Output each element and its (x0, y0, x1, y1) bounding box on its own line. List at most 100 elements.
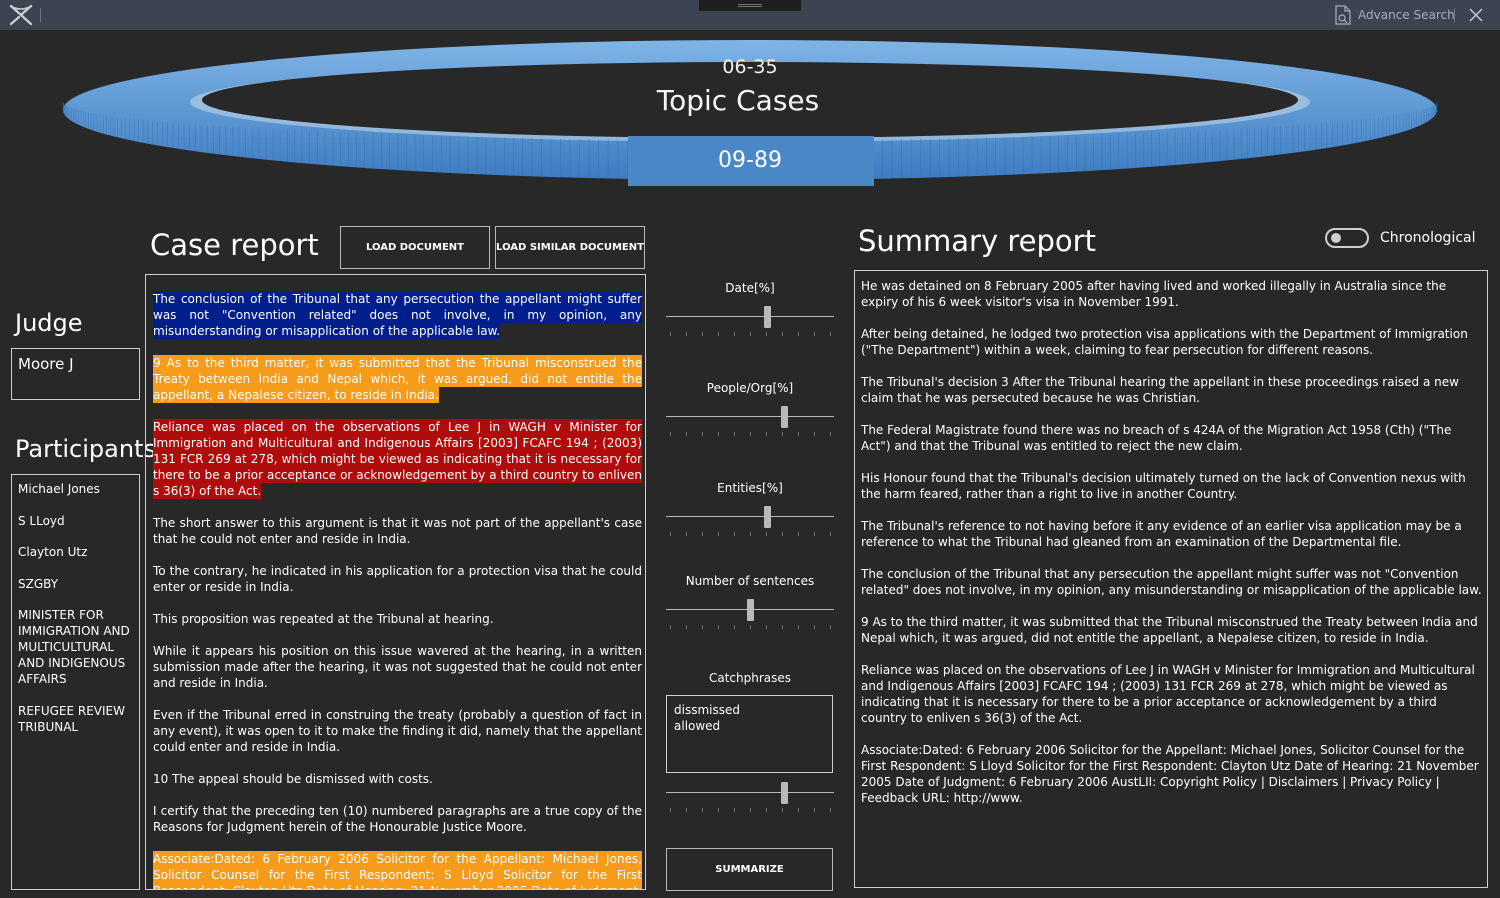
slider-tick (670, 808, 671, 812)
summary-paragraph: The Federal Magistrate found there was n… (861, 423, 1452, 453)
participants-heading: Participants (15, 435, 156, 463)
slider-tick (702, 625, 703, 629)
summary-report-text[interactable]: He was detained on 8 February 2005 after… (854, 270, 1488, 888)
slider-tick (718, 432, 719, 436)
highlighted-sentence: Associate:Dated: 6 February 2006 Solicit… (153, 851, 642, 889)
slider-tick (782, 625, 783, 629)
slider-tick (830, 432, 831, 436)
slider-tick (702, 332, 703, 336)
catchphrase-item[interactable]: allowed (674, 718, 825, 734)
case-paragraph: I certify that the preceding ten (10) nu… (153, 804, 642, 834)
slider-tick (798, 432, 799, 436)
title-separator-right (1454, 8, 1455, 22)
slider-ticks (666, 432, 834, 437)
slider-tick (718, 625, 719, 629)
participant-item: REFUGEE REVIEW TRIBUNAL (18, 703, 125, 734)
judge-field[interactable]: Moore J (11, 348, 140, 400)
chronological-toggle[interactable] (1325, 228, 1369, 248)
case-paragraph: The conclusion of the Tribunal that any … (153, 291, 642, 339)
slider-tick (830, 625, 831, 629)
highlighted-sentence: 9 As to the third matter, it was submitt… (153, 355, 642, 403)
case-paragraph: Associate:Dated: 6 February 2006 Solicit… (153, 851, 642, 889)
slider-tick (766, 808, 767, 812)
slider-tick (686, 532, 687, 536)
participant-item: MINISTER FOR IMMIGRATION AND MULTICULTUR… (18, 608, 130, 686)
slider-tick (750, 532, 751, 536)
case-paragraph: 10 The appeal should be dismissed with c… (153, 772, 433, 786)
load-similar-document-button[interactable]: LOAD SIMILAR DOCUMENT (495, 226, 645, 269)
slider-tick (718, 532, 719, 536)
load-document-button[interactable]: LOAD DOCUMENT (340, 226, 490, 269)
slider-tick (702, 532, 703, 536)
slider-tick (814, 625, 815, 629)
advance-search-button[interactable]: Advance Search (1334, 4, 1455, 26)
slider-tick (670, 332, 671, 336)
catchphrase-item[interactable]: dissmissed (674, 702, 825, 718)
slider-tick (750, 332, 751, 336)
slider-tick (702, 432, 703, 436)
judge-value: Moore J (18, 355, 74, 373)
slider-tick (830, 808, 831, 812)
summarize-button[interactable]: SUMMARIZE (666, 848, 833, 891)
slider-tick (750, 808, 751, 812)
slider-thumb[interactable] (763, 506, 771, 528)
participants-list[interactable]: Michael Jones S LLoyd Clayton Utz SZGBY … (11, 474, 140, 890)
slider-track (666, 316, 834, 317)
case-report-text[interactable]: The conclusion of the Tribunal that any … (145, 274, 646, 890)
summary-paragraph: Associate:Dated: 6 February 2006 Solicit… (861, 743, 1479, 805)
slider-tick (702, 808, 703, 812)
slider-tick (734, 332, 735, 336)
slider-track (666, 792, 834, 793)
highlighted-sentence: Reliance was placed on the observations … (153, 419, 642, 499)
slider-tick (782, 432, 783, 436)
participant-item: Michael Jones (18, 482, 100, 496)
participant-item: SZGBY (18, 576, 59, 591)
slider-tick (750, 432, 751, 436)
slider-thumb[interactable] (747, 599, 754, 621)
catchphrase-slider[interactable] (666, 782, 834, 812)
toggle-knob (1331, 233, 1341, 243)
slider-tick (798, 808, 799, 812)
summary-paragraph: After being detained, he lodged two prot… (861, 327, 1468, 357)
catchphrases-label: Catchphrases (708, 671, 792, 685)
summary-paragraph: The conclusion of the Tribunal that any … (861, 567, 1482, 597)
slider-tick (766, 432, 767, 436)
slider-tick (798, 332, 799, 336)
slider-ticks (666, 532, 834, 537)
slider-tick (814, 808, 815, 812)
date-slider[interactable] (666, 306, 834, 336)
slider-thumb[interactable] (780, 782, 788, 804)
summary-paragraph: The Tribunal's reference to not having b… (861, 519, 1462, 549)
case-paragraph: Reliance was placed on the observations … (153, 419, 642, 499)
slider-thumb[interactable] (780, 406, 788, 428)
slider-tick (686, 332, 687, 336)
slider-tick (830, 332, 831, 336)
slider-tick (670, 625, 671, 629)
slider-thumb[interactable] (763, 306, 771, 328)
entities-slider[interactable] (666, 506, 834, 536)
slider-track (666, 516, 834, 517)
judge-heading: Judge (15, 309, 83, 337)
highlighted-sentence: The conclusion of the Tribunal that any … (153, 291, 642, 339)
sentences-slider[interactable] (666, 599, 834, 629)
close-icon[interactable] (1466, 5, 1486, 25)
slider-tick (750, 625, 751, 629)
drag-handle[interactable] (699, 0, 801, 11)
slider-tick (718, 808, 719, 812)
summary-paragraph: He was detained on 8 February 2005 after… (861, 279, 1447, 309)
chronological-label: Chronological (1380, 230, 1476, 246)
slider-tick (734, 432, 735, 436)
slider-tick (686, 625, 687, 629)
case-paragraph: While it appears his position on this is… (153, 644, 642, 690)
title-bar: Advance Search (0, 0, 1500, 30)
slider-tick (814, 532, 815, 536)
slider-tick (734, 808, 735, 812)
date-slider-label: Date[%] (725, 281, 775, 295)
ring-title: Topic Cases (656, 84, 820, 117)
slider-tick (766, 332, 767, 336)
slider-tick (782, 808, 783, 812)
people-org-slider[interactable] (666, 406, 834, 436)
catchphrases-list[interactable]: dissmissed allowed (666, 695, 833, 773)
slider-tick (814, 432, 815, 436)
participant-item: S LLoyd (18, 513, 65, 528)
